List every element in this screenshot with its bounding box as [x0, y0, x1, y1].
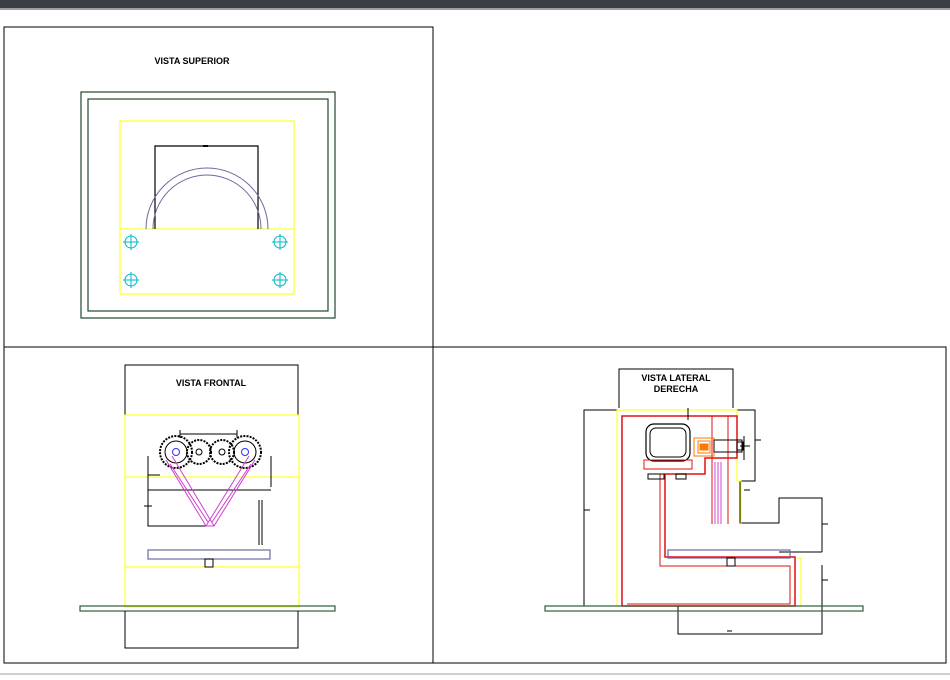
cad-drawing-canvas[interactable]: VISTA SUPERIOR VISTA FRONTAL VISTA LATER…	[0, 0, 950, 680]
top-arc-inner	[152, 174, 262, 230]
front-view: VISTA FRONTAL	[79, 364, 336, 649]
sheet-frames	[3, 26, 947, 664]
top-arc-outer	[145, 167, 269, 230]
front-v-linkage	[165, 455, 256, 527]
top-mounting-holes	[123, 234, 288, 288]
top-view-title: VISTA SUPERIOR	[154, 56, 230, 66]
side-view-title-line2: DERECHA	[654, 384, 699, 394]
top-view: VISTA SUPERIOR	[80, 56, 336, 319]
side-view: VISTA LATERAL DERECHA	[544, 368, 864, 635]
top-bracket	[154, 145, 259, 229]
top-outer-frame	[80, 91, 336, 319]
front-table	[147, 549, 271, 560]
front-gear-train	[159, 435, 262, 469]
side-vertical-posts	[714, 462, 722, 524]
frame-top-view	[3, 26, 434, 348]
top-inner-frame	[87, 98, 329, 312]
frame-side-view	[432, 346, 947, 664]
side-gear-detail	[693, 437, 715, 457]
side-view-title-line1: VISTA LATERAL	[641, 373, 711, 383]
front-view-title: VISTA FRONTAL	[176, 378, 247, 388]
